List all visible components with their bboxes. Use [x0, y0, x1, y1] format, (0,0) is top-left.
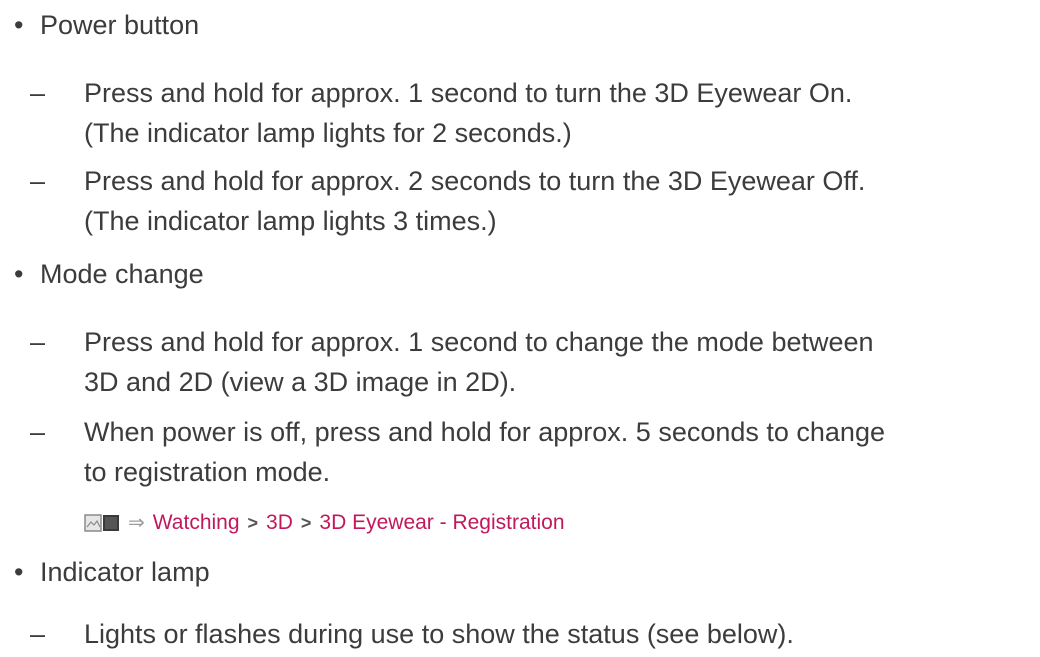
line: Press and hold for approx. 1 second to t… [84, 78, 853, 108]
link-3d-eyewear-registration[interactable]: 3D Eyewear - Registration [319, 511, 564, 534]
reference-breadcrumb: ⇒ Watching >3D >3D Eyewear - Registration [84, 508, 565, 538]
list-item-text: Press and hold for approx. 1 second to c… [84, 322, 874, 402]
chevron-right-icon: > [300, 513, 312, 533]
bullet-mode-change: • Mode change [14, 257, 204, 291]
dash: – [30, 166, 46, 196]
line: Press and hold for approx. 1 second to c… [84, 327, 874, 357]
line: (The indicator lamp lights 3 times.) [84, 206, 497, 236]
list-item-text: Press and hold for approx. 1 second to t… [84, 73, 852, 153]
bullet-dot: • [14, 557, 24, 587]
list-item-text: Lights or flashes during use to show the… [84, 614, 794, 654]
section-heading: Mode change [40, 259, 204, 289]
bullet-power-button: • Power button [14, 8, 199, 42]
manual-page: • Power button – Press and hold for appro… [0, 0, 1040, 657]
dash: – [30, 619, 46, 649]
list-item-text: When power is off, press and hold for ap… [84, 412, 885, 492]
line: Press and hold for approx. 2 seconds to … [84, 166, 866, 196]
link-3d[interactable]: 3D [266, 511, 293, 534]
chevron-right-icon: > [247, 513, 259, 533]
bullet-indicator-lamp: • Indicator lamp [14, 555, 210, 589]
dash: – [30, 327, 46, 357]
section-heading: Indicator lamp [40, 557, 210, 587]
ebook-icon [84, 514, 119, 533]
section-heading: Power button [40, 10, 200, 40]
bullet-dot: • [14, 10, 24, 40]
dash: – [30, 417, 46, 447]
dash: – [30, 78, 46, 108]
link-watching[interactable]: Watching [153, 511, 240, 534]
list-item-text: Press and hold for approx. 2 seconds to … [84, 161, 865, 241]
bullet-dot: • [14, 259, 24, 289]
line: Lights or flashes during use to show the… [84, 619, 794, 649]
line: (The indicator lamp lights for 2 seconds… [84, 118, 572, 148]
line: When power is off, press and hold for ap… [84, 417, 885, 447]
line: 3D and 2D (view a 3D image in 2D). [84, 367, 517, 397]
line: to registration mode. [84, 457, 331, 487]
arrow-right-icon: ⇒ [128, 512, 145, 535]
